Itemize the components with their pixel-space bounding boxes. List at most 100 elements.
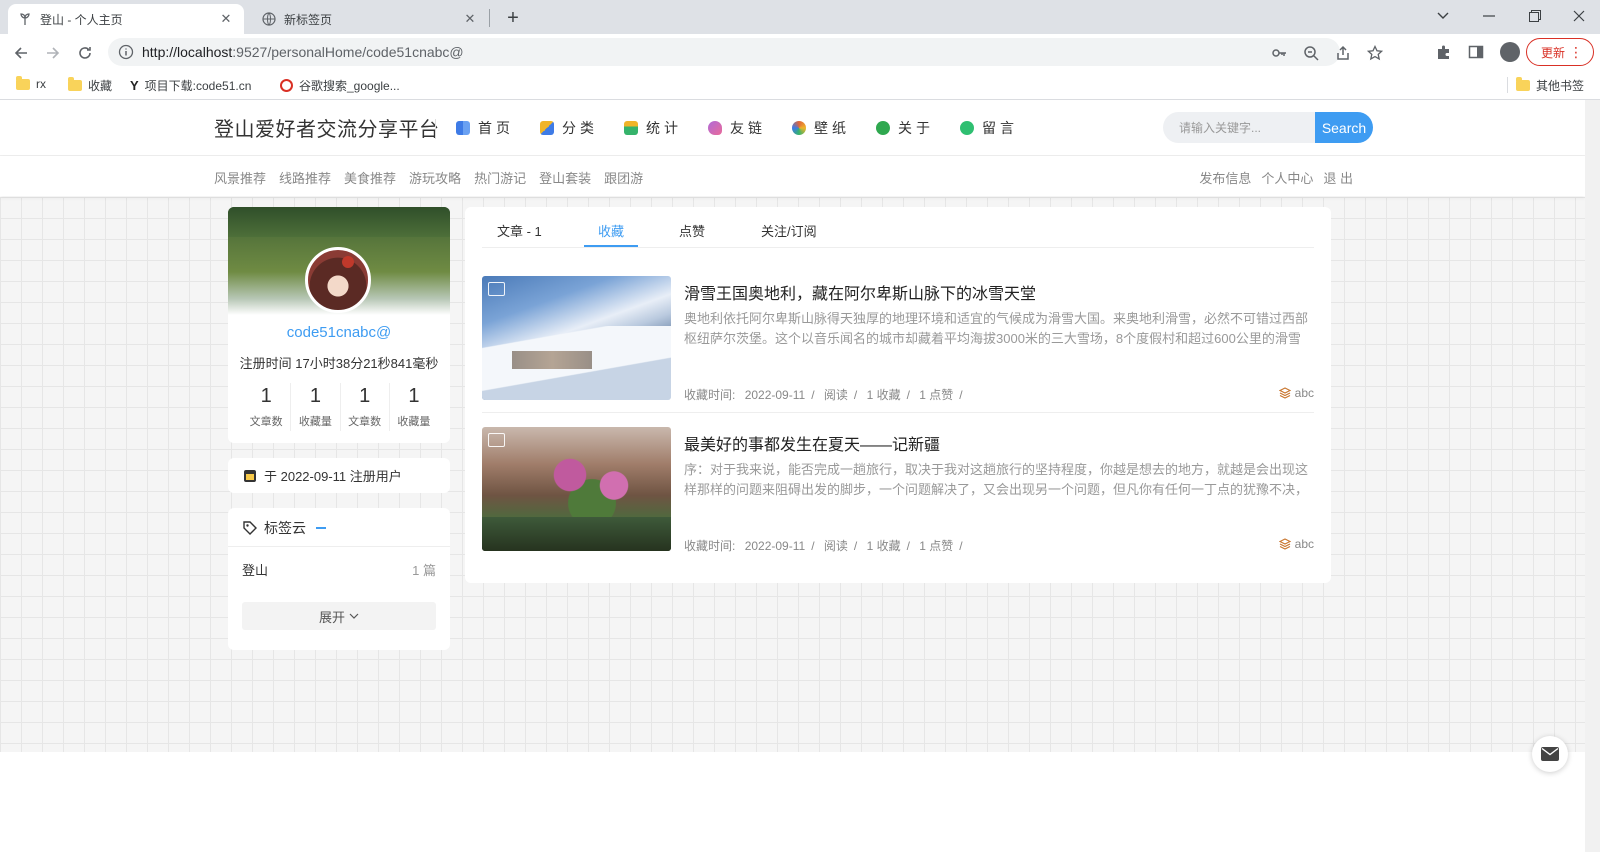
share-icon[interactable] [1334, 44, 1352, 62]
nav-stats[interactable]: 统计 [624, 118, 682, 138]
bookmarks-divider [1507, 77, 1508, 93]
tag-item[interactable]: 登山 1 篇 [242, 560, 436, 579]
search-input[interactable] [1163, 112, 1315, 143]
subnav-travelogues[interactable]: 热门游记 [474, 168, 526, 187]
active-tab-underline [584, 245, 638, 247]
browser-update-button[interactable]: 更新 ⋮ [1526, 38, 1594, 66]
avatar[interactable] [305, 247, 371, 313]
content-tabs: 文章 - 1 收藏 点赞 关注/订阅 [482, 207, 1314, 248]
bookmark-other[interactable]: 其他书签 [1516, 77, 1584, 94]
subnav-scenery[interactable]: 风景推荐 [214, 168, 266, 187]
folder-icon [16, 75, 30, 90]
stat-favorites: 1 收藏量 [291, 383, 341, 431]
article-title[interactable]: 滑雪王国奥地利，藏在阿尔卑斯山脉下的冰雪天堂 [684, 280, 1036, 304]
personal-center-link[interactable]: 个人中心 [1261, 168, 1313, 187]
sub-nav: 风景推荐 线路推荐 美食推荐 游玩攻略 热门游记 登山套装 跟团游 发布信息 个… [0, 156, 1585, 196]
y-logo-icon: Y [130, 78, 139, 93]
article-thumbnail[interactable] [482, 427, 671, 551]
main-nav: 首页 分类 统计 友链 壁纸 关于 留言 [456, 100, 1044, 156]
nav-category[interactable]: 分类 [540, 118, 598, 138]
zoom-icon[interactable] [1302, 44, 1320, 62]
stat-articles-2: 1 文章数 [341, 383, 390, 431]
subnav-guides[interactable]: 游玩攻略 [409, 168, 461, 187]
menu-dots-icon[interactable]: ⋮ [1569, 45, 1583, 59]
tag-name: 登山 [242, 563, 269, 578]
site-info-icon[interactable] [118, 44, 134, 60]
back-arrow-icon[interactable] [8, 40, 34, 66]
key-icon[interactable] [1270, 44, 1288, 62]
site-logo[interactable]: 登山爱好者交流分享平台 [214, 113, 440, 142]
article-item[interactable]: 滑雪王国奥地利，藏在阿尔卑斯山脉下的冰雪天堂 奥地利依托阿尔卑斯山脉得天独厚的地… [482, 276, 1314, 402]
tab-close-icon[interactable]: ✕ [462, 11, 478, 27]
bookmark-code51[interactable]: Y 项目下载:code51.cn [130, 77, 251, 94]
layers-icon [1278, 387, 1291, 399]
bookmark-star-icon[interactable] [1366, 44, 1384, 62]
tab-follow[interactable]: 关注/订阅 [761, 221, 817, 240]
extensions-puzzle-icon[interactable] [1434, 42, 1454, 62]
expand-button[interactable]: 展开 [242, 602, 436, 630]
tab-search-chevron-icon[interactable] [1420, 0, 1466, 32]
subnav-food[interactable]: 美食推荐 [344, 168, 396, 187]
profile-username: code51cnabc@ [286, 324, 392, 341]
registration-card: 于 2022-09-11 注册用户 [228, 458, 450, 493]
address-bar[interactable]: http://localhost:9527/personalHome/code5… [108, 38, 1383, 66]
stat-articles: 1 文章数 [242, 383, 292, 431]
browser-toolbar: http://localhost:9527/personalHome/code5… [0, 34, 1600, 70]
browser-tab-active[interactable]: 登山 - 个人主页 ✕ [8, 4, 244, 34]
site-favicon-icon [20, 13, 30, 25]
forward-arrow-icon[interactable] [40, 40, 66, 66]
logout-link[interactable]: 退 出 [1323, 168, 1353, 187]
side-panel-icon[interactable] [1466, 42, 1486, 62]
subnav-routes[interactable]: 线路推荐 [279, 168, 331, 187]
tab-favorites[interactable]: 收藏 [598, 221, 624, 240]
article-item[interactable]: 最美好的事都发生在夏天——记新疆 序：对于我来说，能否完成一趟旅行，取决于我对这… [482, 427, 1314, 553]
restore-icon[interactable] [1512, 0, 1558, 32]
publish-link[interactable]: 发布信息 [1199, 168, 1251, 187]
message-icon [960, 121, 974, 135]
subnav-group-tours[interactable]: 跟团游 [604, 168, 643, 187]
chevron-down-icon [349, 613, 359, 619]
registration-duration: 注册时间 17小时38分21秒841毫秒 [239, 356, 439, 371]
article-title[interactable]: 最美好的事都发生在夏天——记新疆 [684, 431, 940, 455]
browser-tab-newtab[interactable]: 新标签页 ✕ [252, 4, 488, 34]
profile-avatar-icon[interactable] [1500, 42, 1520, 62]
home-icon [456, 121, 470, 135]
bookmark-rx[interactable]: rx [16, 75, 46, 91]
mail-float-button[interactable] [1532, 736, 1568, 772]
article-meta: 收藏时间: 2022-09-11/ 阅读/ 1 收藏/ 1 点赞 / [684, 539, 963, 553]
layers-icon [1278, 538, 1291, 550]
bookmark-google-search[interactable]: 谷歌搜索_google... [280, 77, 400, 94]
article-meta: 收藏时间: 2022-09-11/ 阅读/ 1 收藏/ 1 点赞 / [684, 388, 963, 402]
tab-articles[interactable]: 文章 - 1 [497, 221, 542, 240]
article-author[interactable]: abc [1278, 386, 1314, 400]
tab-likes[interactable]: 点赞 [679, 221, 705, 240]
site-header: 登山爱好者交流分享平台 首页 分类 统计 友链 壁纸 关于 留言 Search [0, 100, 1585, 156]
url-text[interactable]: http://localhost:9527/personalHome/code5… [142, 44, 464, 60]
close-window-icon[interactable] [1556, 0, 1600, 32]
nav-wallpaper[interactable]: 壁纸 [792, 118, 850, 138]
nav-about[interactable]: 关于 [876, 118, 934, 138]
nav-home[interactable]: 首页 [456, 118, 514, 138]
article-divider [482, 412, 1314, 413]
link-icon [708, 121, 722, 135]
article-thumbnail[interactable] [482, 276, 671, 400]
reload-icon[interactable] [72, 40, 98, 66]
title-accent-dash [316, 527, 326, 529]
nav-message[interactable]: 留言 [960, 118, 1018, 138]
image-icon [488, 433, 505, 447]
subnav-gear[interactable]: 登山套装 [539, 168, 591, 187]
bookmark-favorites[interactable]: 收藏 [68, 77, 112, 94]
site-search: Search [1163, 112, 1373, 143]
page-scrollbar[interactable] [1585, 100, 1600, 852]
article-author[interactable]: abc [1278, 537, 1314, 551]
tag-cloud-title: 标签云 [242, 518, 326, 538]
tab-title: 新标签页 [284, 12, 333, 27]
globe-icon [262, 12, 276, 26]
search-button[interactable]: Search [1315, 112, 1373, 143]
tab-close-icon[interactable]: ✕ [218, 11, 234, 27]
new-tab-plus-icon[interactable]: + [500, 6, 526, 30]
mail-icon [1541, 747, 1559, 761]
nav-links[interactable]: 友链 [708, 118, 766, 138]
profile-card: code51cnabc@ 注册时间 17小时38分21秒841毫秒 1 文章数 1… [228, 207, 450, 443]
minimize-icon[interactable] [1466, 0, 1512, 32]
